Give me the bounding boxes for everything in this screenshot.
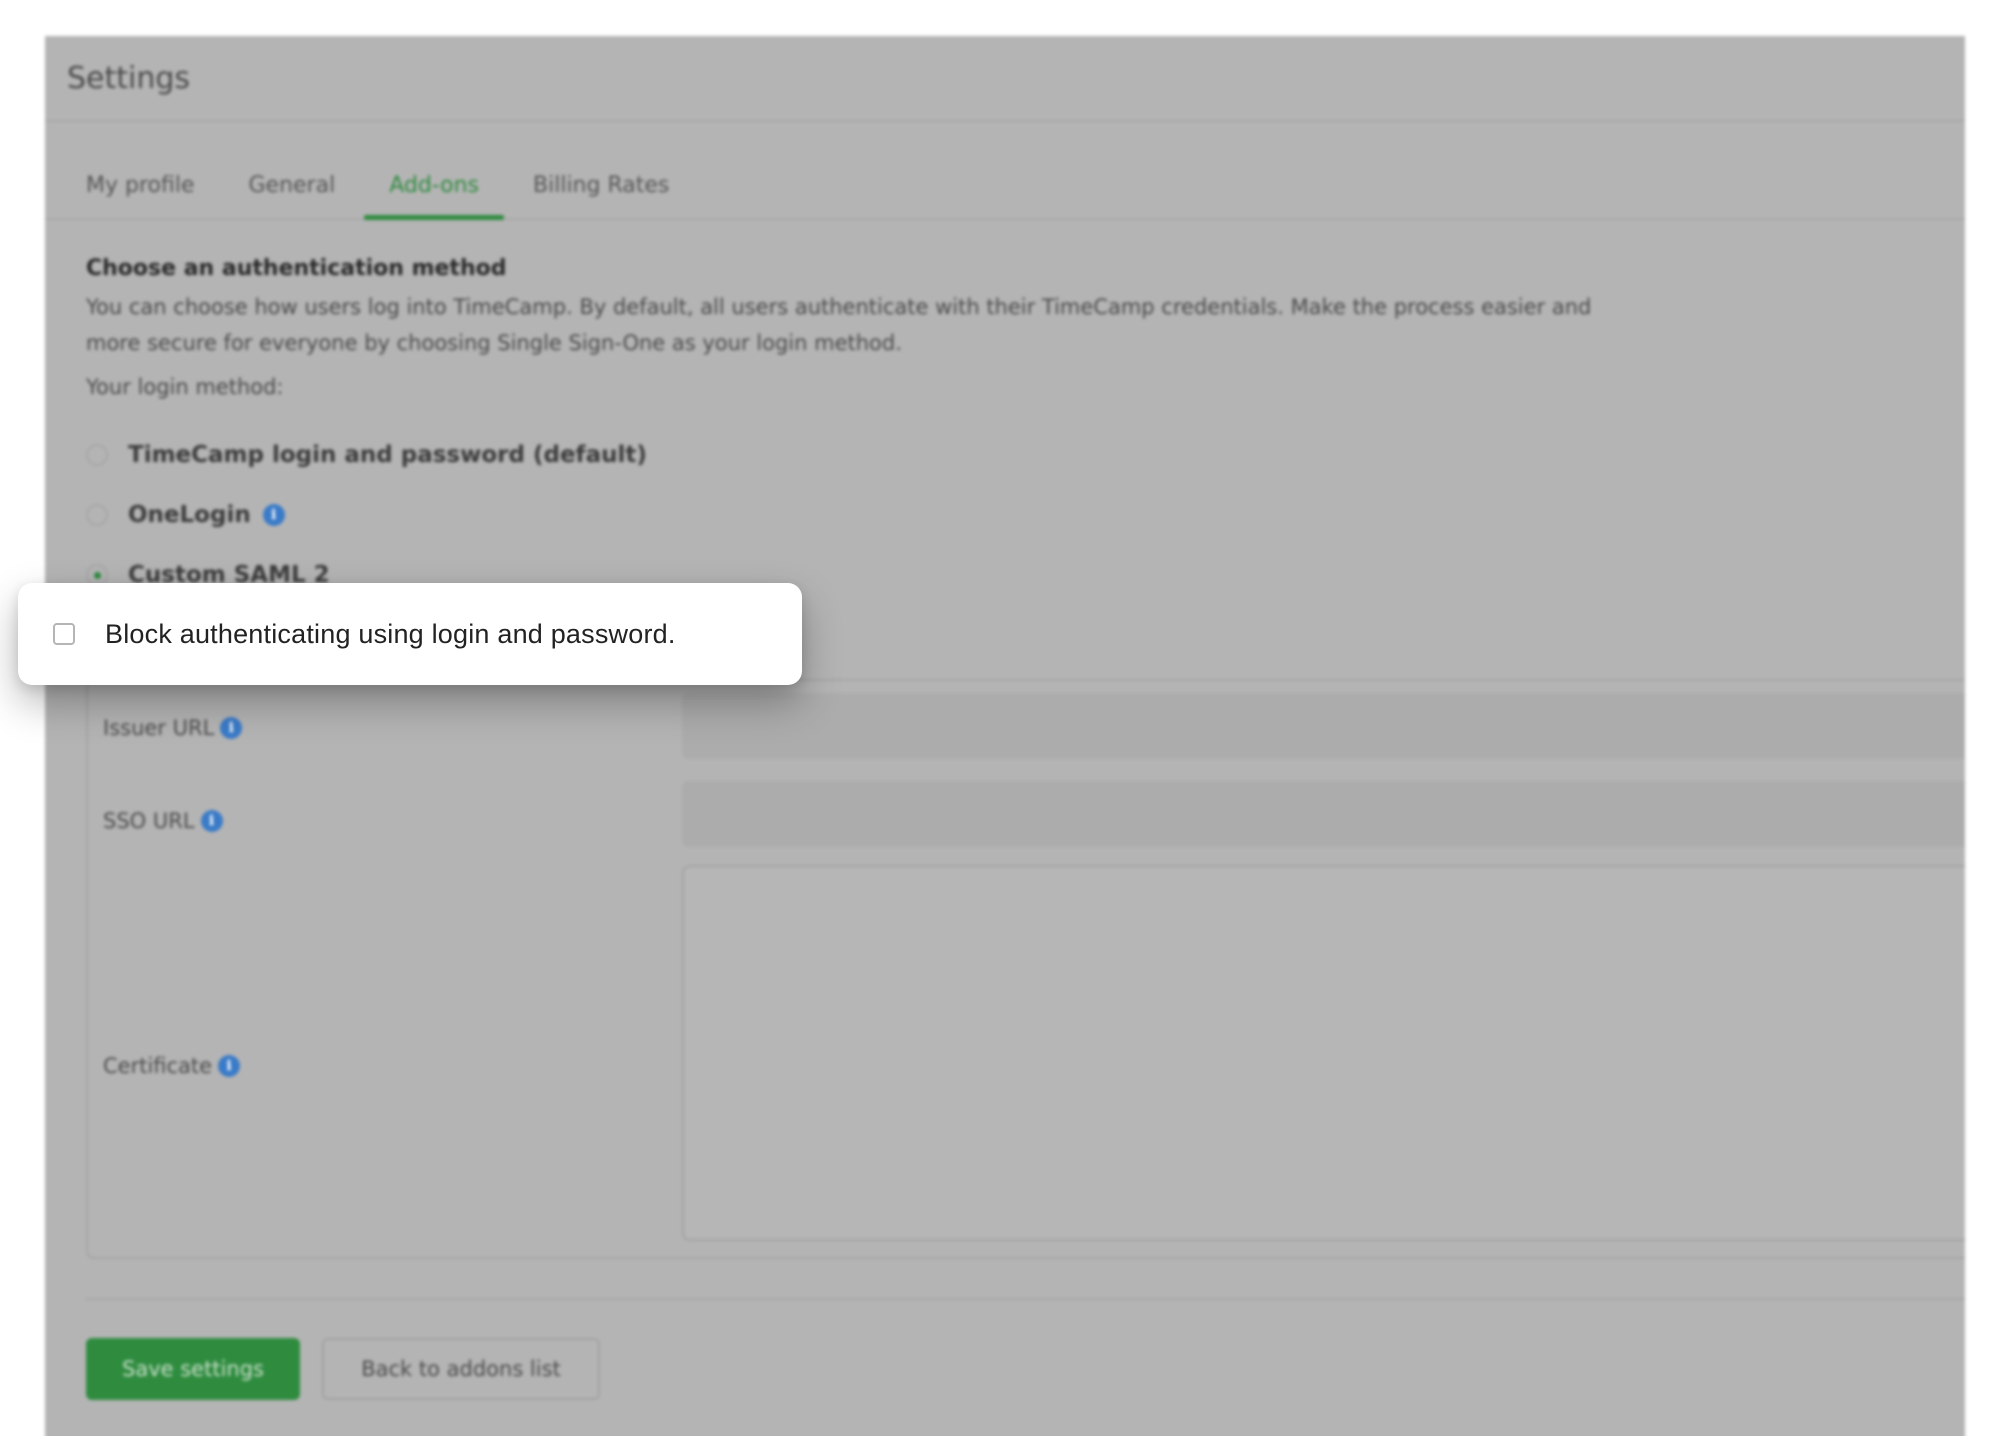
info-icon[interactable]: i (262, 504, 285, 526)
save-settings-button[interactable]: Save settings (86, 1338, 300, 1400)
issuer-url-label: Issuer URL (103, 716, 215, 740)
radio-onelogin[interactable] (86, 504, 108, 526)
back-to-addons-button[interactable]: Back to addons list (322, 1338, 600, 1400)
radio-option-timecamp[interactable]: TimeCamp login and password (default) (86, 425, 1965, 485)
settings-page: Settings My profile General Add-ons Bill… (45, 36, 1965, 1436)
radio-timecamp-label: TimeCamp login and password (default) (128, 442, 647, 468)
auth-section: Choose an authentication method You can … (45, 220, 1965, 605)
info-icon[interactable]: i (200, 810, 223, 832)
radio-onelogin-label: OneLogin (128, 502, 251, 528)
page-header: Settings (45, 36, 1965, 122)
sso-url-label: SSO URL (103, 809, 195, 833)
page-title: Settings (67, 60, 191, 96)
actions-divider (86, 1298, 1965, 1300)
tab-my-profile[interactable]: My profile (86, 173, 220, 218)
block-login-callout: Block authenticating using login and pas… (18, 583, 802, 685)
info-icon[interactable]: i (220, 717, 243, 739)
saml-config-panel: Issuer URL i SSO URL i Certificate i (86, 679, 1965, 1259)
radio-timecamp[interactable] (86, 444, 108, 466)
certificate-textarea[interactable] (682, 865, 1965, 1241)
certificate-label-row: Certificate i (103, 1054, 241, 1078)
issuer-url-input[interactable] (682, 693, 1965, 759)
certificate-label: Certificate (103, 1054, 213, 1078)
block-login-checkbox[interactable] (53, 623, 75, 645)
tab-billing-rates[interactable]: Billing Rates (508, 173, 694, 218)
info-icon[interactable]: i (218, 1055, 241, 1077)
tab-general[interactable]: General (224, 173, 361, 218)
tab-add-ons[interactable]: Add-ons (364, 173, 504, 220)
auth-description: You can choose how users log into TimeCa… (86, 295, 1592, 355)
settings-tabs: My profile General Add-ons Billing Rates (45, 122, 1965, 220)
screenshot-canvas: Settings My profile General Add-ons Bill… (0, 0, 2000, 1436)
sso-url-label-row: SSO URL i (103, 809, 223, 833)
radio-option-onelogin[interactable]: OneLogin i (86, 485, 1965, 545)
block-login-label[interactable]: Block authenticating using login and pas… (105, 619, 676, 650)
issuer-url-label-row: Issuer URL i (103, 716, 243, 740)
login-method-label: Your login method: (86, 375, 284, 399)
sso-url-input[interactable] (682, 781, 1965, 847)
auth-heading: Choose an authentication method (86, 256, 507, 281)
